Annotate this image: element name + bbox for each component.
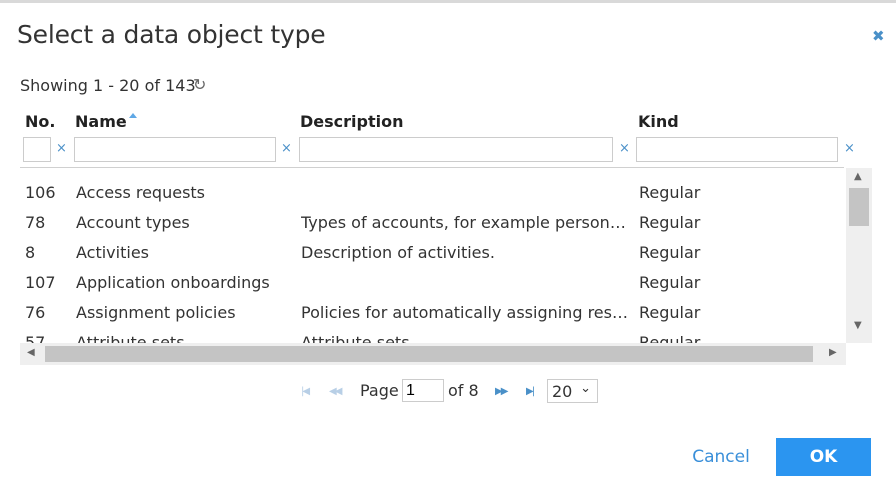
chevron-down-icon: ⌄ <box>580 381 591 396</box>
header-divider <box>20 167 844 168</box>
cell-name: Activities <box>76 243 149 262</box>
filter-description-input[interactable] <box>299 137 613 162</box>
cell-description: Types of accounts, for example personal … <box>301 213 631 232</box>
cancel-button[interactable]: Cancel <box>680 438 762 476</box>
filter-name-input[interactable] <box>74 137 276 162</box>
table-body: 106 Access requests Regular 78 Account t… <box>20 170 846 343</box>
horizontal-scroll-thumb[interactable] <box>45 346 813 362</box>
next-page-icon[interactable]: ▶▶ <box>495 386 508 397</box>
cell-name: Assignment policies <box>76 303 236 322</box>
page-number-input[interactable] <box>402 379 444 402</box>
clear-kind-filter-icon[interactable]: × <box>844 141 855 156</box>
column-header-label: Name <box>75 112 127 131</box>
table-row[interactable]: 107 Application onboardings Regular <box>20 267 846 297</box>
previous-page-icon[interactable]: ◀◀ <box>329 386 342 397</box>
cell-kind: Regular <box>639 273 701 292</box>
cell-no: 106 <box>25 183 56 202</box>
scroll-down-icon[interactable]: ▼ <box>854 320 862 331</box>
scroll-up-icon[interactable]: ▲ <box>854 171 862 182</box>
cell-description: Policies for automatically assigning res… <box>301 303 631 322</box>
page-size-select[interactable]: 20 ⌄ <box>547 379 598 403</box>
cell-no: 107 <box>25 273 56 292</box>
cell-name: Attribute sets <box>76 333 185 343</box>
horizontal-scrollbar[interactable]: ◀ ▶ <box>20 343 846 365</box>
cell-kind: Regular <box>639 213 701 232</box>
column-header-description[interactable]: Description <box>300 112 403 131</box>
column-header-no[interactable]: No. <box>25 112 55 131</box>
filter-kind-input[interactable] <box>636 137 838 162</box>
cell-description: Description of activities. <box>301 243 495 262</box>
first-page-icon[interactable]: |◀ <box>301 386 310 397</box>
cell-kind: Regular <box>639 333 701 343</box>
dialog-title: Select a data object type <box>17 20 326 49</box>
cell-name: Access requests <box>76 183 206 202</box>
column-header-label: Kind <box>638 112 679 131</box>
table-row[interactable]: 106 Access requests Regular <box>20 177 846 207</box>
top-border <box>0 0 896 3</box>
vertical-scrollbar[interactable]: ▲ ▼ <box>846 168 872 343</box>
cell-kind: Regular <box>639 303 701 322</box>
cell-no: 76 <box>25 303 46 322</box>
clear-name-filter-icon[interactable]: × <box>281 141 292 156</box>
page-size-value: 20 <box>552 382 573 401</box>
sort-ascending-icon <box>128 113 137 118</box>
scroll-left-icon[interactable]: ◀ <box>27 347 35 358</box>
clear-no-filter-icon[interactable]: × <box>56 141 67 156</box>
vertical-scroll-thumb[interactable] <box>849 188 869 226</box>
column-header-label: No. <box>25 112 56 131</box>
showing-count: Showing 1 - 20 of 143 <box>20 76 196 95</box>
column-header-name[interactable]: Name <box>75 112 137 131</box>
clear-description-filter-icon[interactable]: × <box>619 141 630 156</box>
table-row[interactable]: 78 Account types Types of accounts, for … <box>20 207 846 237</box>
cell-kind: Regular <box>639 183 701 202</box>
cell-description: Attribute sets <box>301 333 410 343</box>
refresh-icon[interactable]: ↻ <box>193 75 206 94</box>
cell-name: Account types <box>76 213 190 232</box>
page-total-label: of 8 <box>448 381 479 400</box>
cell-no: 57 <box>25 333 46 343</box>
last-page-icon[interactable]: ▶| <box>526 386 535 397</box>
filter-no-input[interactable] <box>23 137 51 162</box>
table-row[interactable]: 57 Attribute sets Attribute sets Regular <box>20 327 846 343</box>
column-header-kind[interactable]: Kind <box>638 112 679 131</box>
cell-no: 78 <box>25 213 46 232</box>
scroll-right-icon[interactable]: ▶ <box>829 347 837 358</box>
cell-name: Application onboardings <box>76 273 270 292</box>
table-row[interactable]: 76 Assignment policies Policies for auto… <box>20 297 846 327</box>
table-row[interactable]: 8 Activities Description of activities. … <box>20 237 846 267</box>
ok-button[interactable]: OK <box>776 438 871 476</box>
column-header-label: Description <box>300 112 404 131</box>
cell-no: 8 <box>25 243 36 262</box>
page-label: Page <box>360 381 399 400</box>
cell-kind: Regular <box>639 243 701 262</box>
close-icon[interactable]: ✖ <box>872 27 885 45</box>
